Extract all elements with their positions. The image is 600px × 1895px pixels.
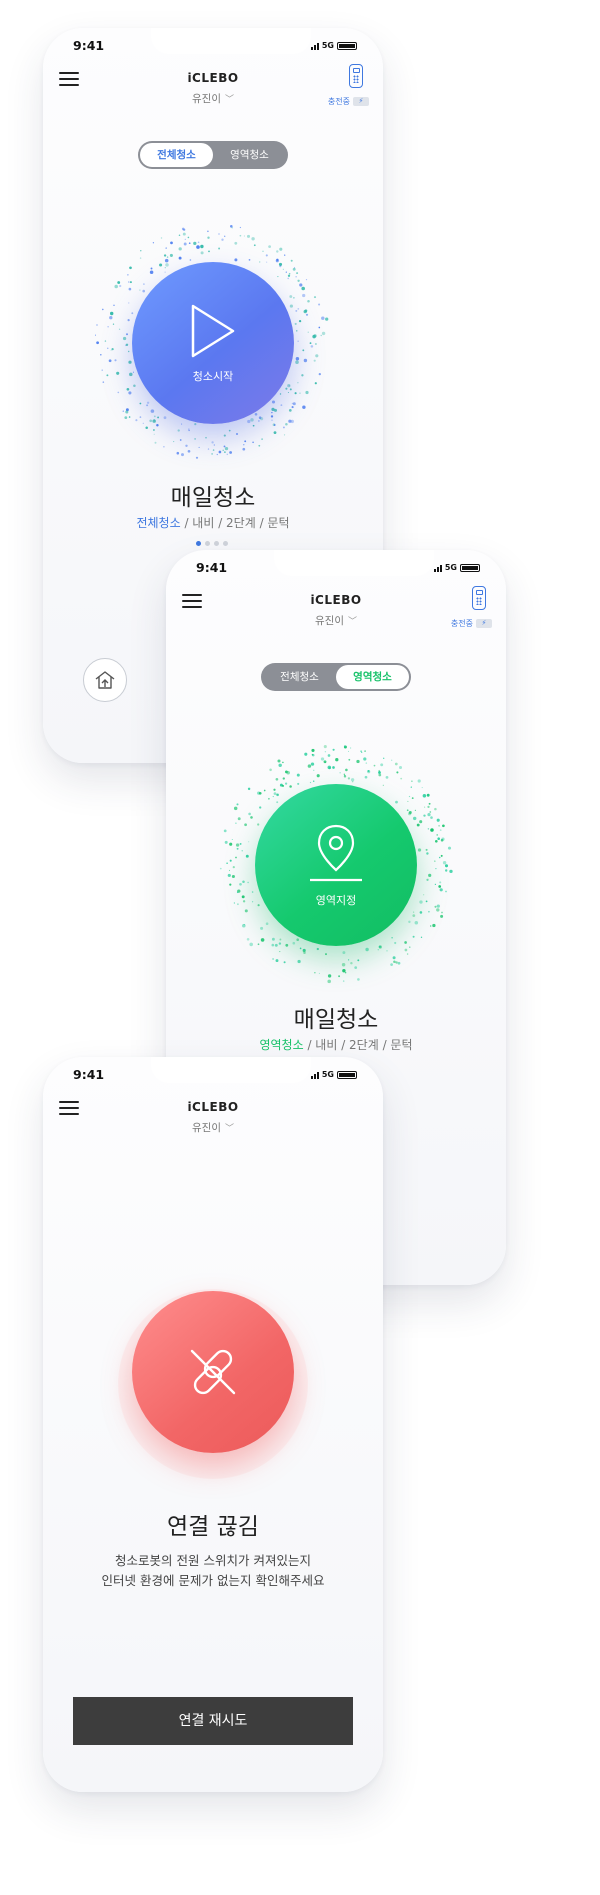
signal-icon <box>433 564 442 572</box>
chevron-down-icon: ﹀ <box>224 1124 234 1134</box>
remote-control-icon[interactable] <box>349 64 363 88</box>
remote-control-icon[interactable] <box>472 586 486 610</box>
network-label: 5G <box>444 563 457 572</box>
chevron-down-icon: ﹀ <box>224 95 234 105</box>
tab-area-clean[interactable]: 영역청소 <box>213 143 286 167</box>
clean-mode-toggle[interactable]: 전체청소 영역청소 <box>138 141 288 169</box>
map-pin-icon <box>310 824 362 882</box>
error-message: 청소로봇의 전원 스위치가 켜져있는지 인터넷 환경에 문제가 없는지 확인해주… <box>43 1551 383 1591</box>
lightning-icon: ⚡ <box>476 619 492 628</box>
broken-link-icon <box>190 1349 236 1395</box>
status-time: 9:41 <box>73 1067 105 1082</box>
error-message-line: 청소로봇의 전원 스위치가 켜져있는지 <box>115 1553 311 1568</box>
mode-subtitle: 전체청소 / 내비 / 2단계 / 문턱 <box>43 514 383 531</box>
showcase-stage: 9:41 5G iCLEBO 유진이 ﹀ 충전중 ⚡ 전체청소 영역청소 청소시작 … <box>0 0 600 1895</box>
page-indicator <box>196 541 228 546</box>
start-clean-label: 청소시작 <box>192 370 234 383</box>
charge-label: 충전중 <box>327 97 350 106</box>
tab-full-clean[interactable]: 전체청소 <box>140 143 213 167</box>
mode-title: 매일청소 <box>293 1007 379 1033</box>
set-area-button[interactable]: 영역지정 <box>255 784 417 946</box>
status-indicators: 5G <box>433 563 480 572</box>
start-clean-button[interactable]: 청소시작 <box>132 262 294 424</box>
app-logo: iCLEBO <box>187 71 239 85</box>
network-label: 5G <box>321 41 334 50</box>
battery-icon <box>460 563 480 572</box>
signal-icon <box>310 1071 319 1079</box>
disconnected-indicator <box>132 1291 294 1453</box>
user-name: 유진이 <box>315 615 344 627</box>
mode-subtitle: 영역청소 / 내비 / 2단계 / 문턱 <box>166 1036 506 1053</box>
network-label: 5G <box>321 1070 334 1079</box>
mode-details: / 내비 / 2단계 / 문턱 <box>180 516 290 530</box>
status-indicators: 5G <box>310 41 357 50</box>
signal-icon <box>310 42 319 50</box>
retry-connection-button[interactable]: 연결 재시도 <box>73 1697 353 1745</box>
page-dot <box>196 541 201 546</box>
status-indicators: 5G <box>310 1070 357 1079</box>
error-message-line: 인터넷 환경에 문제가 없는지 확인해주세요 <box>101 1573 325 1588</box>
lightning-icon: ⚡ <box>353 97 369 106</box>
page-dot <box>223 541 228 546</box>
battery-icon <box>337 1070 357 1079</box>
mode-highlight: 영역청소 <box>259 1038 304 1052</box>
app-logo: iCLEBO <box>187 1100 239 1114</box>
mode-details: / 내비 / 2단계 / 문턱 <box>303 1038 413 1052</box>
status-bar: 9:41 5G <box>43 1067 383 1087</box>
play-icon <box>191 304 235 358</box>
home-button[interactable] <box>83 658 127 702</box>
battery-icon <box>337 41 357 50</box>
chevron-down-icon: ﹀ <box>347 617 357 627</box>
status-bar: 9:41 5G <box>166 560 506 580</box>
mode-title: 매일청소 <box>170 485 256 511</box>
status-time: 9:41 <box>196 560 228 575</box>
charge-status: 충전중 ⚡ <box>328 96 369 107</box>
phone-disconnected: 9:41 5G iCLEBO 유진이 ﹀ 연결 끊김 청소로봇의 전원 스위치가 … <box>43 1057 383 1792</box>
error-title: 연결 끊김 <box>167 1514 259 1540</box>
page-dot <box>214 541 219 546</box>
tab-area-clean[interactable]: 영역청소 <box>336 665 409 689</box>
user-selector[interactable]: 유진이 ﹀ <box>43 1120 383 1135</box>
home-icon <box>95 671 115 689</box>
user-name: 유진이 <box>192 1122 221 1134</box>
status-bar: 9:41 5G <box>43 38 383 58</box>
mode-highlight: 전체청소 <box>136 516 181 530</box>
app-logo: iCLEBO <box>310 593 362 607</box>
page-dot <box>205 541 210 546</box>
user-name: 유진이 <box>192 93 221 105</box>
charge-label: 충전중 <box>450 619 473 628</box>
status-time: 9:41 <box>73 38 105 53</box>
clean-mode-toggle[interactable]: 전체청소 영역청소 <box>261 663 411 691</box>
set-area-label: 영역지정 <box>315 894 357 907</box>
tab-full-clean[interactable]: 전체청소 <box>263 665 336 689</box>
charge-status: 충전중 ⚡ <box>451 618 492 629</box>
